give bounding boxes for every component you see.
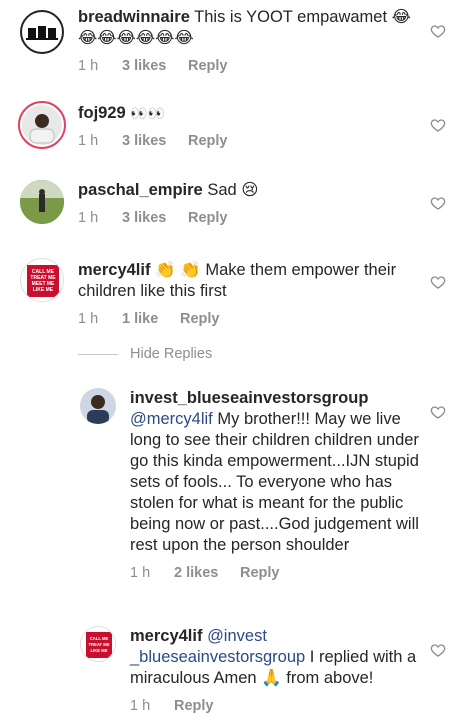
reply-button[interactable]: Reply xyxy=(174,698,214,714)
comment-text: mercy4lif 👏 👏 Make them empower their ch… xyxy=(78,261,397,300)
reply-button[interactable]: Reply xyxy=(188,58,228,74)
username[interactable]: foj929 xyxy=(78,104,126,122)
likes-link[interactable]: 1 like xyxy=(122,311,180,327)
username[interactable]: invest_blueseainvestorsgroup xyxy=(130,389,368,407)
username[interactable]: paschal_empire xyxy=(78,181,203,199)
username[interactable]: mercy4lif xyxy=(78,261,150,279)
svg-text:TREAT ME: TREAT ME xyxy=(88,642,109,647)
username[interactable]: breadwinnaire xyxy=(78,8,190,26)
comment-text: foj929 👀👀 xyxy=(78,103,418,124)
comment-meta: 1 h Reply xyxy=(130,698,214,714)
svg-text:LIKE ME: LIKE ME xyxy=(91,648,108,653)
heart-icon[interactable] xyxy=(430,274,446,290)
mention-link[interactable]: @mercy4lif xyxy=(130,410,213,428)
svg-text:LIKE ME: LIKE ME xyxy=(33,287,54,293)
comment-meta: 1 h 3 likes Reply xyxy=(78,133,228,149)
comment-meta: 1 h 3 likes Reply xyxy=(78,210,228,226)
avatar[interactable] xyxy=(80,388,116,424)
comment-meta: 1 h 3 likes Reply xyxy=(78,58,228,74)
reply-button[interactable]: Reply xyxy=(180,311,220,327)
heart-icon[interactable] xyxy=(430,404,446,420)
likes-link[interactable]: 3 likes xyxy=(122,133,188,149)
likes-link[interactable]: 3 likes xyxy=(122,58,188,74)
emoji-eyes: 👀👀 xyxy=(130,105,166,121)
emoji-laughing: 😂 xyxy=(391,8,411,26)
likes-link[interactable]: 3 likes xyxy=(122,210,188,226)
hide-replies-button[interactable]: Hide Replies xyxy=(78,346,212,362)
comment-meta: 1 h 2 likes Reply xyxy=(130,565,280,581)
avatar[interactable] xyxy=(20,180,64,224)
comment-text: invest_blueseainvestorsgroup @mercy4lif … xyxy=(130,389,419,554)
heart-icon[interactable] xyxy=(430,23,446,39)
reply-button[interactable]: Reply xyxy=(188,210,228,226)
avatar[interactable] xyxy=(18,101,66,149)
avatar[interactable]: CALL ME TREAT ME MEET ME LIKE ME xyxy=(20,258,64,302)
likes-link[interactable]: 2 likes xyxy=(174,565,240,581)
username[interactable]: mercy4lif xyxy=(130,627,202,645)
heart-icon[interactable] xyxy=(430,195,446,211)
avatar[interactable]: CALL ME TREAT ME LIKE ME xyxy=(80,626,116,662)
comment-meta: 1 h 1 like Reply xyxy=(78,311,220,327)
heart-icon[interactable] xyxy=(430,117,446,133)
emoji-laughing-row: 😂😂😂😂😂😂 xyxy=(78,29,194,47)
comment-text: breadwinnaire This is YOOT empawamet 😂 😂… xyxy=(78,8,411,47)
heart-icon[interactable] xyxy=(430,642,446,658)
emoji-crying: 😢 xyxy=(241,181,259,199)
comment-text: paschal_empire Sad 😢 xyxy=(78,181,259,199)
avatar[interactable] xyxy=(20,10,64,54)
svg-text:CALL ME: CALL ME xyxy=(90,636,109,641)
comment-text: mercy4lif @invest _blueseainvestorsgroup… xyxy=(130,627,417,687)
divider xyxy=(78,353,118,355)
reply-button[interactable]: Reply xyxy=(188,133,228,149)
reply-button[interactable]: Reply xyxy=(240,565,280,581)
